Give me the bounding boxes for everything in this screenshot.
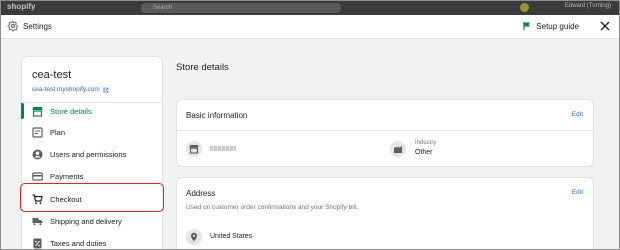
store-icon [32, 107, 43, 117]
address-country: United States [210, 233, 253, 240]
store-url-label: cea-test.myshopify.com [32, 86, 100, 93]
user-icon [32, 149, 43, 160]
store-name-icon [186, 141, 202, 157]
user-name[interactable]: Edward (Turning) [565, 3, 611, 9]
setup-guide-button[interactable]: Setup guide [522, 21, 579, 31]
redacted-store-name [210, 146, 236, 151]
sidebar-item-label: Users and permissions [50, 150, 127, 159]
industry-value: Other [415, 149, 433, 156]
sidebar-item-label: Taxes and duties [50, 239, 107, 248]
sidebar-item-users[interactable]: Users and permissions [22, 144, 162, 165]
plan-icon [32, 127, 43, 138]
sidebar-item-label: Plan [50, 128, 66, 137]
sidebar-item-label: Payments [50, 172, 84, 181]
card-title: Basic information [186, 111, 248, 120]
edit-address-link[interactable]: Edit [572, 189, 583, 196]
close-icon[interactable] [599, 20, 611, 32]
sidebar-item-shipping[interactable]: Shipping and delivery [22, 211, 162, 232]
search-input[interactable]: Search [141, 3, 341, 13]
app-frame: shopify Search Edward (Turning) Settings… [0, 0, 620, 250]
shopify-logo: shopify [7, 2, 36, 11]
industry-label: Industry [415, 140, 437, 146]
setup-guide-label: Setup guide [536, 21, 579, 31]
address-card: Address Edit Used on customer order conf… [176, 177, 594, 249]
settings-sidebar: cea-test cea-test.myshopify.com Store de… [21, 56, 163, 249]
sidebar-item-label: Store details [50, 107, 92, 116]
truck-icon [32, 218, 43, 226]
address-subtitle: Used on customer order confirmations and… [186, 204, 359, 211]
store-name: cea-test [32, 69, 72, 81]
avatar[interactable] [520, 3, 529, 12]
sidebar-item-store-details[interactable]: Store details [21, 101, 162, 122]
sidebar-item-taxes[interactable]: Taxes and duties [22, 233, 162, 249]
sidebar-item-label: Shipping and delivery [50, 217, 122, 226]
flag-icon [523, 22, 531, 30]
industry-icon [390, 141, 406, 157]
settings-title: Settings [23, 22, 52, 31]
tax-icon [33, 238, 42, 249]
store-url-link[interactable]: cea-test.myshopify.com [32, 86, 109, 93]
divider [177, 130, 593, 131]
external-link-icon [103, 87, 109, 92]
card-title: Address [186, 189, 216, 198]
settings-header: Settings Setup guide [1, 15, 619, 39]
basic-information-card: Basic information Edit Industry Other [176, 99, 594, 167]
payments-icon [32, 172, 43, 181]
edit-basic-info-link[interactable]: Edit [572, 111, 583, 118]
sidebar-item-plan[interactable]: Plan [22, 122, 162, 143]
top-bar: shopify Search Edward (Turning) [1, 1, 619, 15]
gear-icon [7, 20, 18, 32]
location-icon [186, 229, 202, 245]
page-title: Store details [176, 62, 229, 73]
checkout-highlight-box [20, 183, 164, 212]
